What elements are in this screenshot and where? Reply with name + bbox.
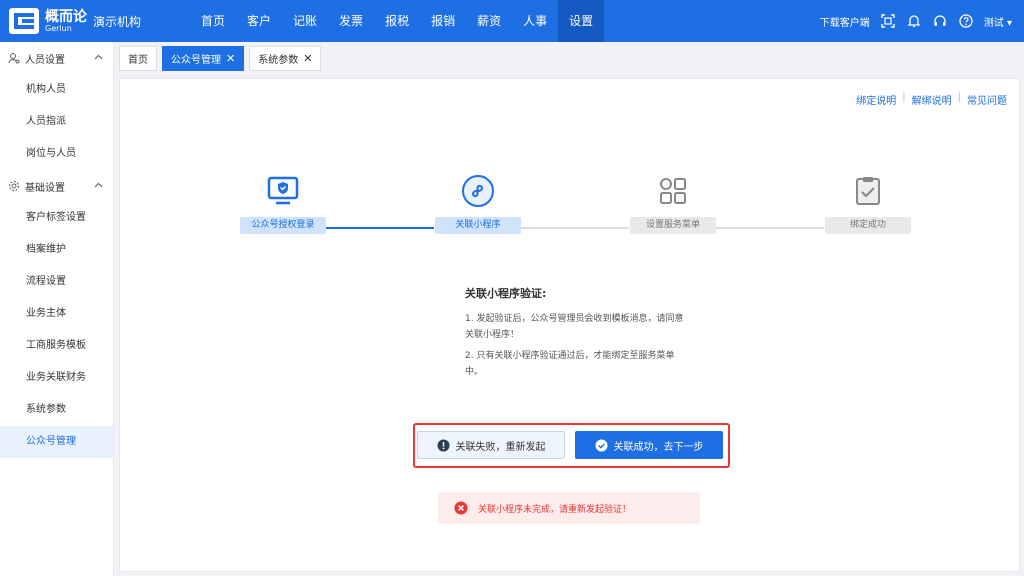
help-links: 绑定说明 | 解绑说明 | 常见问题 — [856, 92, 1007, 107]
nav-customer[interactable]: 客户 — [236, 0, 282, 42]
nav-home[interactable]: 首页 — [190, 0, 236, 42]
main-nav: 首页 客户 记账 发票 报税 报销 薪资 人事 设置 — [190, 0, 605, 42]
error-alert: 关联小程序未完成，请重新发起验证！ — [438, 492, 700, 524]
headset-icon[interactable] — [932, 13, 948, 29]
user-settings-icon — [8, 53, 20, 64]
step-connector — [716, 227, 824, 229]
tab-official-account[interactable]: 公众号管理 ✕ — [162, 46, 245, 71]
step-bind-success: 绑定成功 — [825, 174, 911, 234]
next-step-button[interactable]: 关联成功，去下一步 — [575, 431, 723, 459]
sidebar-group-label: 基础设置 — [25, 182, 65, 194]
mini-program-icon — [461, 174, 495, 208]
monitor-shield-icon — [266, 174, 300, 208]
sidebar-item-business-entity[interactable]: 业务主体 — [0, 298, 113, 330]
chevron-up-icon — [94, 54, 103, 60]
tab-label: 首页 — [128, 55, 148, 66]
sidebar-group-label: 人员设置 — [25, 54, 65, 66]
sidebar-item-system-params[interactable]: 系统参数 — [0, 394, 113, 426]
brand-sub: Gerlun — [45, 24, 72, 33]
faq-link[interactable]: 常见问题 — [967, 92, 1007, 107]
sidebar: 人员设置 机构人员 人员指派 岗位与人员 基础设置 客户标签设置 档案维护 流程… — [0, 42, 114, 576]
bind-guide-link[interactable]: 绑定说明 — [856, 92, 896, 107]
nav-invoice[interactable]: 发票 — [328, 0, 374, 42]
step-link-miniprogram: 关联小程序 — [435, 174, 521, 234]
nav-hr[interactable]: 人事 — [512, 0, 558, 42]
tips-line: 1. 发起验证后，公众号管理员会收到模板消息，请同意关联小程序！ — [465, 314, 684, 340]
bell-icon[interactable] — [906, 13, 922, 29]
unbind-guide-link[interactable]: 解绑说明 — [912, 92, 952, 107]
verification-tips: 关联小程序验证: 1. 发起验证后，公众号管理员会收到模板消息，请同意关联小程序… — [465, 285, 690, 385]
sidebar-item-process[interactable]: 流程设置 — [0, 266, 113, 298]
caret-down-icon: ▾ — [1006, 17, 1012, 29]
nav-tax[interactable]: 报税 — [374, 0, 420, 42]
step-label: 关联小程序 — [435, 217, 521, 234]
link-separator: | — [957, 92, 961, 103]
download-client-link[interactable]: 下载客户端 — [820, 14, 870, 29]
button-label: 关联失败，重新发起 — [455, 441, 546, 453]
step-label: 公众号授权登录 — [240, 217, 326, 234]
sidebar-item-archive[interactable]: 档案维护 — [0, 234, 113, 266]
header-right: 下载客户端 测试 ▾ — [820, 0, 1012, 42]
sidebar-group-basic[interactable]: 基础设置 — [0, 170, 113, 202]
main-panel: 绑定说明 | 解绑说明 | 常见问题 公众号授权登录 关联小程序 设置服务菜单 … — [119, 78, 1020, 572]
top-bar: 概而论 Gerlun 演示机构 首页 客户 记账 发票 报税 报销 薪资 人事 … — [0, 0, 1024, 42]
sidebar-item-org-staff[interactable]: 机构人员 — [0, 74, 113, 106]
tips-line: 2. 只有关联小程序验证通过后，才能绑定至服务菜单中。 — [465, 351, 675, 377]
page-tabs: 首页 公众号管理 ✕ 系统参数 ✕ — [119, 46, 322, 72]
nav-bookkeeping[interactable]: 记账 — [282, 0, 328, 42]
fullscreen-icon[interactable] — [880, 13, 896, 29]
tab-home[interactable]: 首页 — [119, 46, 157, 71]
link-separator: | — [902, 92, 906, 103]
error-message: 关联小程序未完成，请重新发起验证！ — [478, 504, 632, 515]
button-label: 关联成功，去下一步 — [613, 441, 704, 453]
sidebar-item-business-finance[interactable]: 业务关联财务 — [0, 362, 113, 394]
sidebar-group-personnel[interactable]: 人员设置 — [0, 42, 113, 74]
org-name[interactable]: 演示机构 — [93, 13, 141, 30]
sidebar-item-official-account[interactable]: 公众号管理 — [0, 426, 113, 458]
close-icon[interactable]: ✕ — [303, 52, 312, 65]
tab-label: 系统参数 — [258, 55, 299, 66]
tab-label: 公众号管理 — [171, 55, 221, 66]
exclamation-circle-icon — [437, 439, 449, 451]
check-circle-icon — [595, 439, 607, 451]
help-icon[interactable] — [958, 13, 974, 29]
grid-menu-icon — [656, 174, 690, 208]
tips-title: 关联小程序验证: — [465, 287, 547, 300]
nav-reimburse[interactable]: 报销 — [420, 0, 466, 42]
gear-icon — [8, 180, 20, 192]
tab-system-params[interactable]: 系统参数 ✕ — [249, 46, 322, 71]
sidebar-item-service-template[interactable]: 工商服务模板 — [0, 330, 113, 362]
user-menu[interactable]: 测试 ▾ — [984, 14, 1012, 29]
brand-name: 概而论 — [45, 9, 87, 25]
nav-settings[interactable]: 设置 — [558, 0, 605, 42]
sidebar-item-post-staff[interactable]: 岗位与人员 — [0, 138, 113, 170]
sidebar-item-staff-assign[interactable]: 人员指派 — [0, 106, 113, 138]
nav-salary[interactable]: 薪资 — [466, 0, 512, 42]
step-label: 绑定成功 — [825, 217, 911, 234]
brand-logo-icon[interactable] — [9, 8, 39, 34]
step-service-menu: 设置服务菜单 — [630, 174, 716, 234]
close-icon[interactable]: ✕ — [226, 52, 235, 65]
retry-verification-button[interactable]: 关联失败，重新发起 — [417, 431, 565, 459]
clipboard-check-icon — [851, 174, 885, 208]
user-name: 测试 — [983, 17, 1004, 29]
step-account-login: 公众号授权登录 — [240, 174, 326, 234]
step-connector — [521, 227, 629, 229]
chevron-up-icon — [94, 182, 103, 188]
sidebar-item-customer-tags[interactable]: 客户标签设置 — [0, 202, 113, 234]
close-circle-icon — [454, 501, 468, 515]
step-label: 设置服务菜单 — [630, 217, 716, 234]
step-connector — [326, 227, 434, 229]
